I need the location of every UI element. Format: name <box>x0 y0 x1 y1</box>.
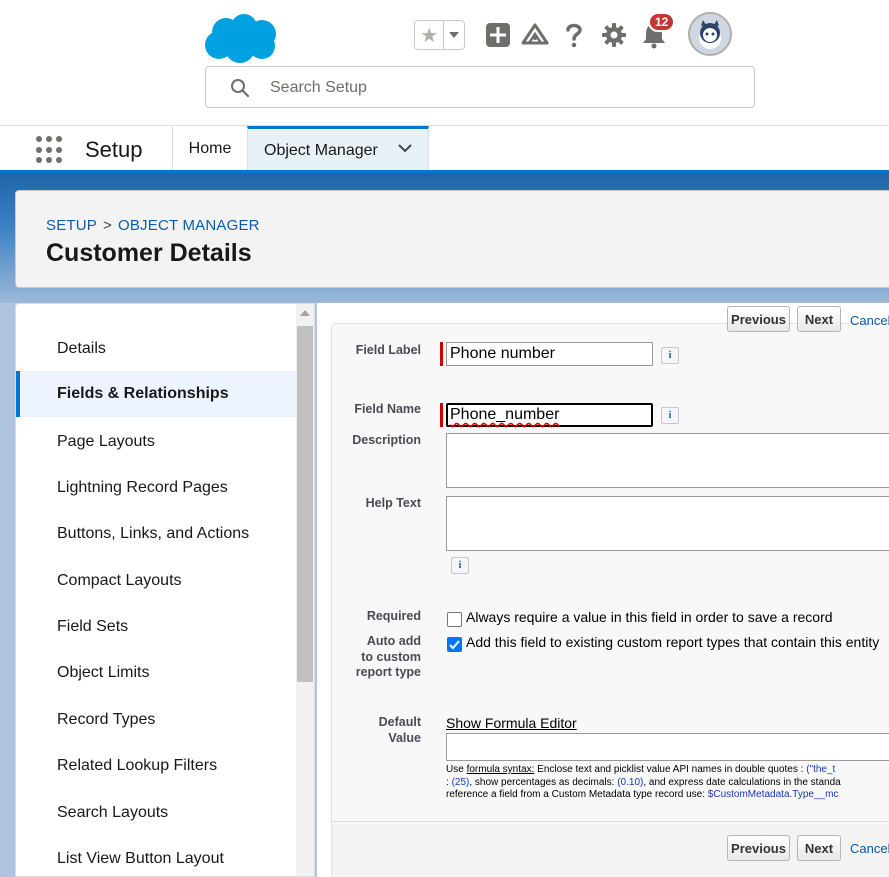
formula-help-line2: : (25), show percentages as decimals: (0… <box>446 777 841 790</box>
field-form: Previous Next Cancel Field Label i Field… <box>331 306 889 877</box>
sidebar-item-record-types[interactable]: Record Types <box>16 697 296 743</box>
default-value-label-line2: Value <box>388 730 421 745</box>
scroll-up-arrow-icon[interactable] <box>300 310 310 316</box>
main-panel: Previous Next Cancel Field Label i Field… <box>317 303 889 877</box>
object-sidebar: Details Fields & Relationships Page Layo… <box>15 303 315 877</box>
notification-badge: 12 <box>648 12 676 32</box>
help-text-part: , show percentages as decimals: <box>469 776 618 788</box>
previous-button-top[interactable]: Previous <box>727 306 790 332</box>
search-icon <box>231 79 250 98</box>
search-input[interactable] <box>270 75 740 101</box>
search-box[interactable] <box>205 66 755 108</box>
field-label-input[interactable] <box>446 342 653 366</box>
default-value-input[interactable] <box>446 733 889 761</box>
required-label: Required <box>366 609 421 623</box>
plus-icon[interactable] <box>484 20 512 50</box>
breadcrumb-setup[interactable]: SETUP <box>46 217 97 234</box>
breadcrumb: SETUP > OBJECT MANAGER <box>46 217 260 234</box>
auto-add-label-line1: Auto add <box>366 634 421 648</box>
field-label-label: Field Label <box>355 343 421 357</box>
object-header: SETUP > OBJECT MANAGER Customer Details <box>15 190 889 288</box>
default-value-label: Default Value <box>332 715 421 746</box>
auto-add-label-line3: report type <box>355 665 421 679</box>
info-icon[interactable]: i <box>661 407 679 424</box>
show-formula-editor-link[interactable]: Show Formula Editor <box>446 715 577 731</box>
chevron-down-icon[interactable] <box>444 21 464 49</box>
checkmark-icon <box>449 640 460 650</box>
sidebar-item-compact-layouts[interactable]: Compact Layouts <box>16 558 296 604</box>
tab-home[interactable]: Home <box>173 126 247 172</box>
trailhead-icon[interactable] <box>521 20 549 50</box>
app-launcher-icon[interactable] <box>36 136 64 164</box>
description-label: Description <box>352 433 421 447</box>
formula-help-line1: Use formula syntax: Enclose text and pic… <box>446 764 841 777</box>
breadcrumb-separator: > <box>103 217 112 234</box>
gear-icon[interactable] <box>600 20 628 50</box>
auto-add-checkbox-text: Add this field to existing custom report… <box>466 634 880 650</box>
context-navbar: Setup Home Object Manager <box>0 126 889 172</box>
help-text-textarea[interactable] <box>446 496 889 551</box>
formula-syntax-link[interactable]: formula syntax: <box>467 764 535 775</box>
auto-add-label-line2: to custom <box>361 649 421 664</box>
sidebar-item-list-view-button-layout[interactable]: List View Button Layout <box>16 836 296 876</box>
sidebar-scrollbar[interactable] <box>296 304 314 876</box>
required-checkbox[interactable] <box>447 612 462 627</box>
sidebar-item-fields-relationships[interactable]: Fields & Relationships <box>16 371 296 417</box>
help-text-part: , and express date calculations in the s… <box>643 776 841 788</box>
breadcrumb-object-manager[interactable]: OBJECT MANAGER <box>118 217 260 234</box>
avatar[interactable] <box>688 12 732 56</box>
global-header: ★ 12 <box>0 0 889 126</box>
field-name-input[interactable]: Phone_number <box>446 403 653 427</box>
tab-object-manager[interactable]: Object Manager <box>247 126 429 172</box>
chevron-down-icon[interactable] <box>398 143 412 153</box>
app-name: Setup <box>85 137 143 162</box>
salesforce-cloud-logo[interactable] <box>204 12 278 64</box>
formula-help-line3: reference a field from a Custom Metadata… <box>446 789 841 802</box>
sidebar-item-page-layouts[interactable]: Page Layouts <box>16 419 296 465</box>
sidebar-item-field-sets[interactable]: Field Sets <box>16 604 296 650</box>
description-textarea[interactable] <box>446 433 889 488</box>
sidebar-item-related-lookup-filters[interactable]: Related Lookup Filters <box>16 743 296 789</box>
tab-object-manager-label: Object Manager <box>264 141 378 159</box>
form-divider <box>332 821 889 822</box>
help-text-example: ("the_t <box>806 764 836 775</box>
cancel-link-top[interactable]: Cancel <box>850 313 889 328</box>
help-text-part: Enclose text and picklist value API name… <box>534 764 807 775</box>
info-icon[interactable]: i <box>451 557 469 574</box>
formula-help-text: Use formula syntax: Enclose text and pic… <box>446 764 841 802</box>
default-value-label-line1: Default <box>378 715 421 729</box>
star-icon[interactable]: ★ <box>415 21 445 49</box>
favorites-button[interactable]: ★ <box>414 20 465 50</box>
help-text-example: $CustomMetadata.Type__mc <box>707 789 839 800</box>
next-button-top[interactable]: Next <box>797 306 841 332</box>
help-text-example: (0.10) <box>617 776 644 788</box>
sidebar-item-search-layouts[interactable]: Search Layouts <box>16 790 296 836</box>
scrollbar-thumb[interactable] <box>297 326 313 682</box>
previous-button[interactable]: Previous <box>727 835 790 861</box>
field-name-label: Field Name <box>354 402 421 416</box>
help-text-label: Help Text <box>365 496 421 510</box>
sidebar-item-buttons-links-actions[interactable]: Buttons, Links, and Actions <box>16 511 296 557</box>
cancel-link[interactable]: Cancel <box>850 841 889 856</box>
auto-add-checkbox[interactable] <box>447 637 462 652</box>
auto-add-label: Auto add to custom report type <box>332 634 421 681</box>
help-text-example: (25) <box>451 776 470 788</box>
required-indicator <box>440 342 443 366</box>
info-icon[interactable]: i <box>661 347 679 364</box>
page-title: Customer Details <box>46 239 252 267</box>
sidebar-item-lightning-record-pages[interactable]: Lightning Record Pages <box>16 465 296 511</box>
sidebar-item-details[interactable]: Details <box>16 326 296 372</box>
sidebar-item-object-limits[interactable]: Object Limits <box>16 650 296 696</box>
required-indicator <box>440 403 443 427</box>
help-text-part: Use <box>446 764 467 775</box>
next-button[interactable]: Next <box>797 835 841 861</box>
required-checkbox-text: Always require a value in this field in … <box>466 609 833 625</box>
help-text-part: reference a field from a Custom Metadata… <box>446 789 708 800</box>
help-icon[interactable] <box>560 20 588 50</box>
